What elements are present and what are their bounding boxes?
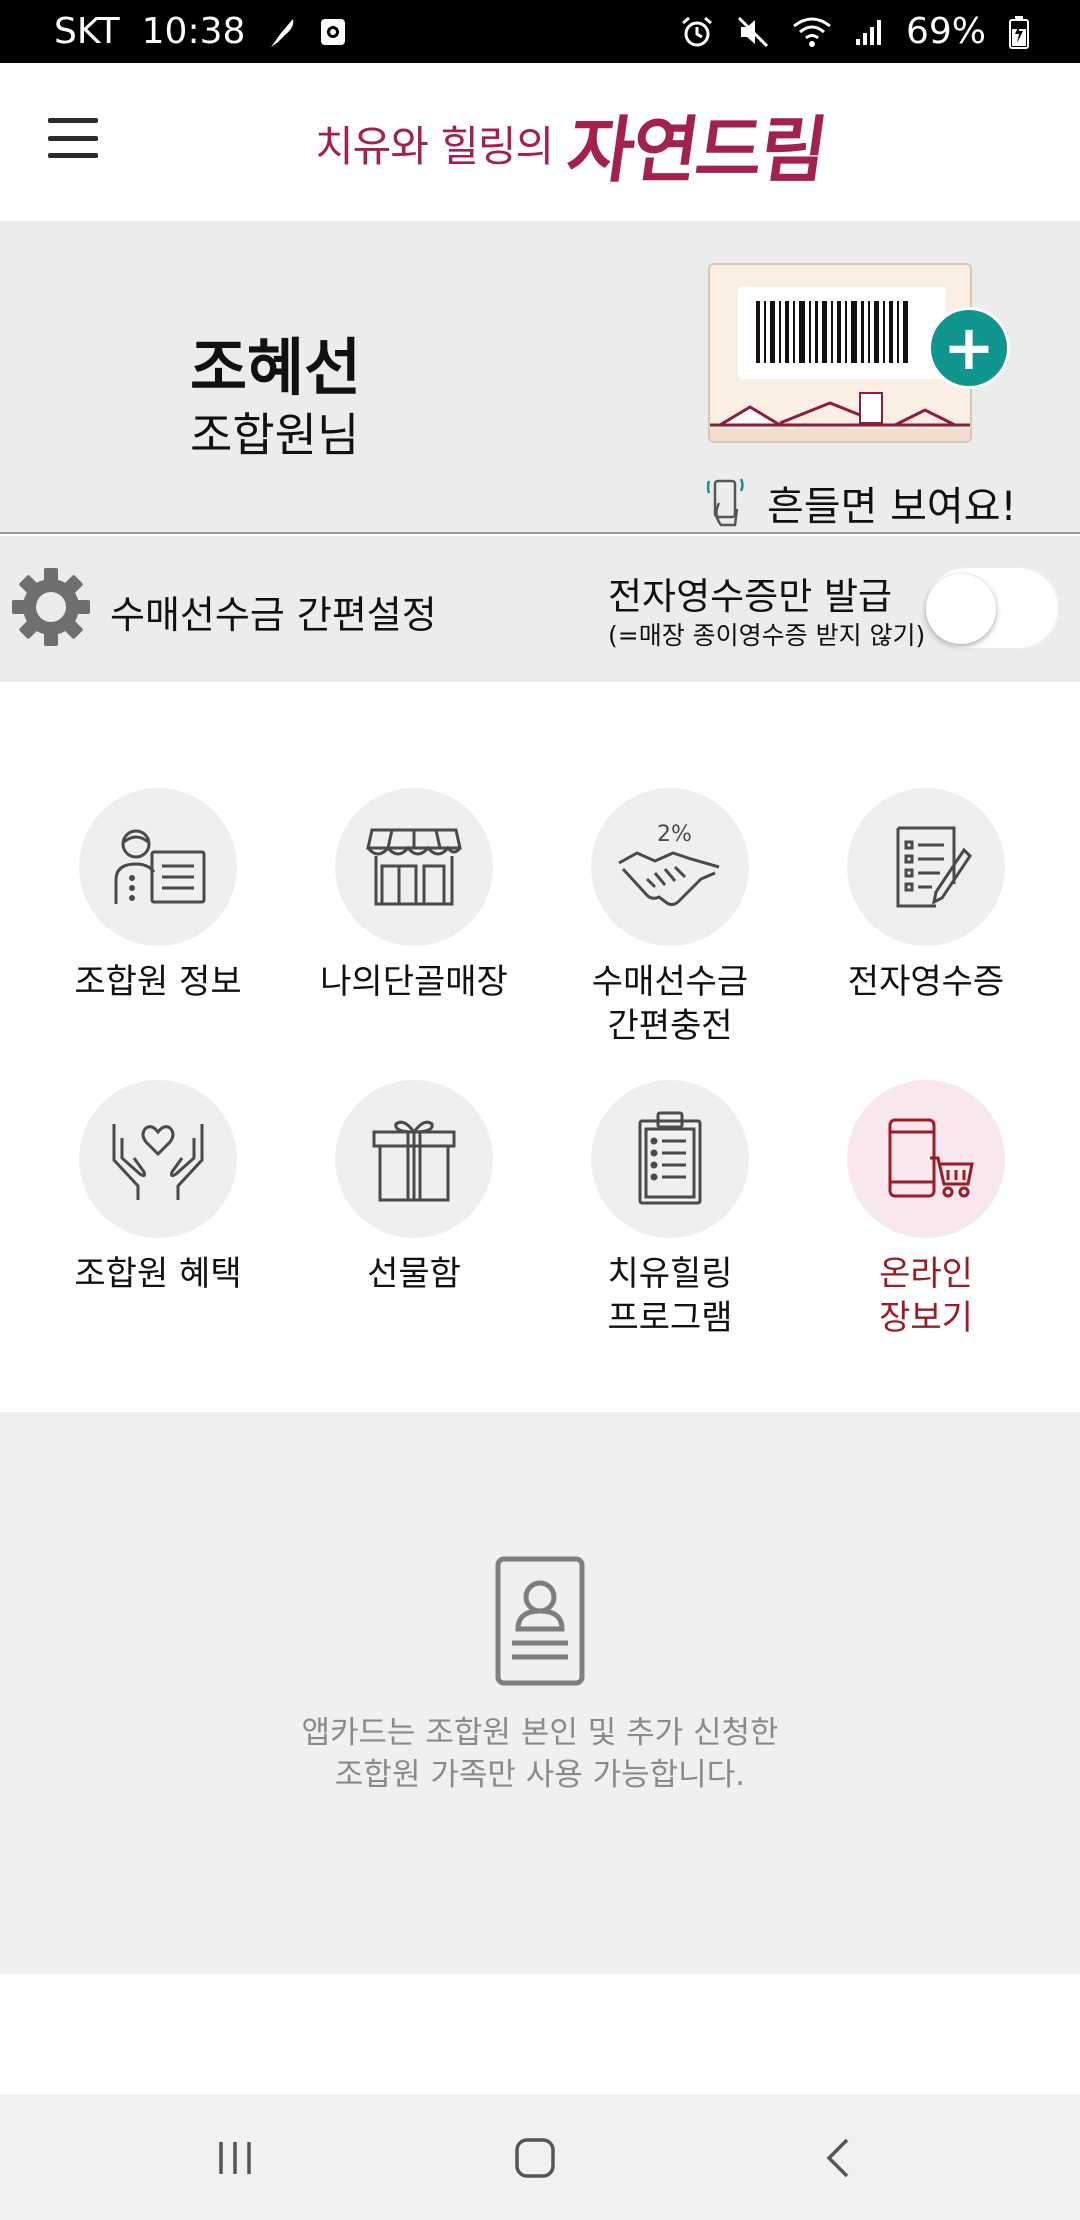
- menu-label: 나의단골매장: [320, 962, 508, 1002]
- shake-phone-icon: [705, 473, 749, 533]
- gift-box-icon: [335, 1080, 493, 1238]
- member-card-icon: [494, 1555, 586, 1691]
- svg-text:2%: 2%: [657, 822, 692, 847]
- wifi-icon: [792, 16, 832, 48]
- menu-label: 수매선수금 간편충전: [591, 962, 749, 1046]
- village-illustration: [710, 392, 970, 441]
- e-receipt-label: 전자영수증만 발급: [608, 575, 893, 618]
- menu-e-receipt[interactable]: 전자영수증: [798, 788, 1054, 1004]
- carrier-label: SKT: [54, 11, 120, 52]
- menu-online-shopping[interactable]: 온라인 장보기: [798, 1080, 1054, 1340]
- notice-line-2: 조합원 가족만 사용 가능합니다.: [334, 1757, 746, 1793]
- member-title: 조합원님: [190, 408, 360, 462]
- member-name: 조혜선: [190, 331, 362, 404]
- brand-logo: 치유와 힐링의 자연드림: [315, 93, 831, 193]
- menu-healing-program[interactable]: 치유힐링 프로그램: [542, 1080, 798, 1340]
- phone-cart-icon: [847, 1080, 1005, 1238]
- recent-apps-icon[interactable]: [200, 2128, 270, 2188]
- easy-setting-label[interactable]: 수매선수금 간편설정: [110, 584, 437, 639]
- status-bar: SKT 10:38 69%: [0, 0, 1080, 63]
- toggle-knob: [926, 574, 996, 644]
- alarm-icon: [680, 15, 714, 49]
- member-info-icon: [79, 788, 237, 946]
- notice-text: 앱카드는 조합원 본인 및 추가 신청한 조합원 가족만 사용 가능합니다.: [0, 1712, 1080, 1796]
- menu-label: 조합원 정보: [74, 962, 242, 1002]
- menu-label: 선물함: [367, 1254, 461, 1294]
- member-card-section: 조혜선 조합원님 + 흔들면 보여요!: [0, 221, 1080, 534]
- app-card-notice: 앱카드는 조합원 본인 및 추가 신청한 조합원 가족만 사용 가능합니다.: [0, 1412, 1080, 1974]
- e-receipt-toggle[interactable]: [924, 566, 1060, 650]
- screen-record-icon: [319, 17, 347, 47]
- shake-hint-text: 흔들면 보여요!: [767, 484, 1017, 530]
- receipt-pen-icon: [847, 788, 1005, 946]
- shake-hint: 흔들면 보여요!: [705, 473, 1017, 533]
- menu-member-benefits[interactable]: 조합원 혜택: [30, 1080, 286, 1296]
- clipboard-icon: [591, 1080, 749, 1238]
- menu-easy-charge[interactable]: 2% 수매선수금 간편충전: [542, 788, 798, 1048]
- back-icon[interactable]: [804, 2128, 874, 2188]
- menu-gift-box[interactable]: 선물함: [286, 1080, 542, 1296]
- menu-label: 조합원 혜택: [74, 1254, 242, 1294]
- menu-favorite-store[interactable]: 나의단골매장: [286, 788, 542, 1004]
- app-header: 치유와 힐링의 자연드림: [0, 63, 1080, 221]
- mute-icon: [736, 15, 770, 49]
- time-label: 10:38: [141, 11, 246, 52]
- gear-icon[interactable]: [10, 566, 92, 652]
- settings-row: 수매선수금 간편설정 전자영수증만 발급 (=매장 종이영수증 받지 않기): [0, 536, 1080, 682]
- barcode-area: [738, 287, 946, 379]
- e-receipt-sublabel: (=매장 종이영수증 받지 않기): [608, 621, 926, 650]
- hamburger-menu-icon[interactable]: [48, 118, 98, 158]
- hands-heart-icon: [79, 1080, 237, 1238]
- brand-tagline: 치유와 힐링의: [315, 121, 554, 171]
- feather-icon: [267, 15, 297, 49]
- battery-charging-icon: [1008, 15, 1030, 49]
- menu-label: 전자영수증: [847, 962, 1005, 1002]
- battery-percent: 69%: [905, 11, 986, 52]
- handshake-2percent-icon: 2%: [591, 788, 749, 946]
- barcode-icon: [756, 301, 908, 363]
- menu-member-info[interactable]: 조합원 정보: [30, 788, 286, 1004]
- menu-label: 치유힐링 프로그램: [607, 1254, 733, 1338]
- notice-line-1: 앱카드는 조합원 본인 및 추가 신청한: [301, 1715, 779, 1751]
- menu-label: 온라인 장보기: [879, 1254, 973, 1338]
- store-icon: [335, 788, 493, 946]
- system-nav-bar: [0, 2094, 1080, 2220]
- add-card-button[interactable]: +: [928, 307, 1010, 389]
- brand-name: 자연드림: [562, 106, 832, 192]
- home-icon[interactable]: [500, 2128, 570, 2188]
- menu-grid: 조합원 정보 나의단골매장 2% 수매선수금 간편충전 전자영수증 조합원 혜택…: [0, 682, 1080, 1412]
- signal-icon: [854, 17, 884, 47]
